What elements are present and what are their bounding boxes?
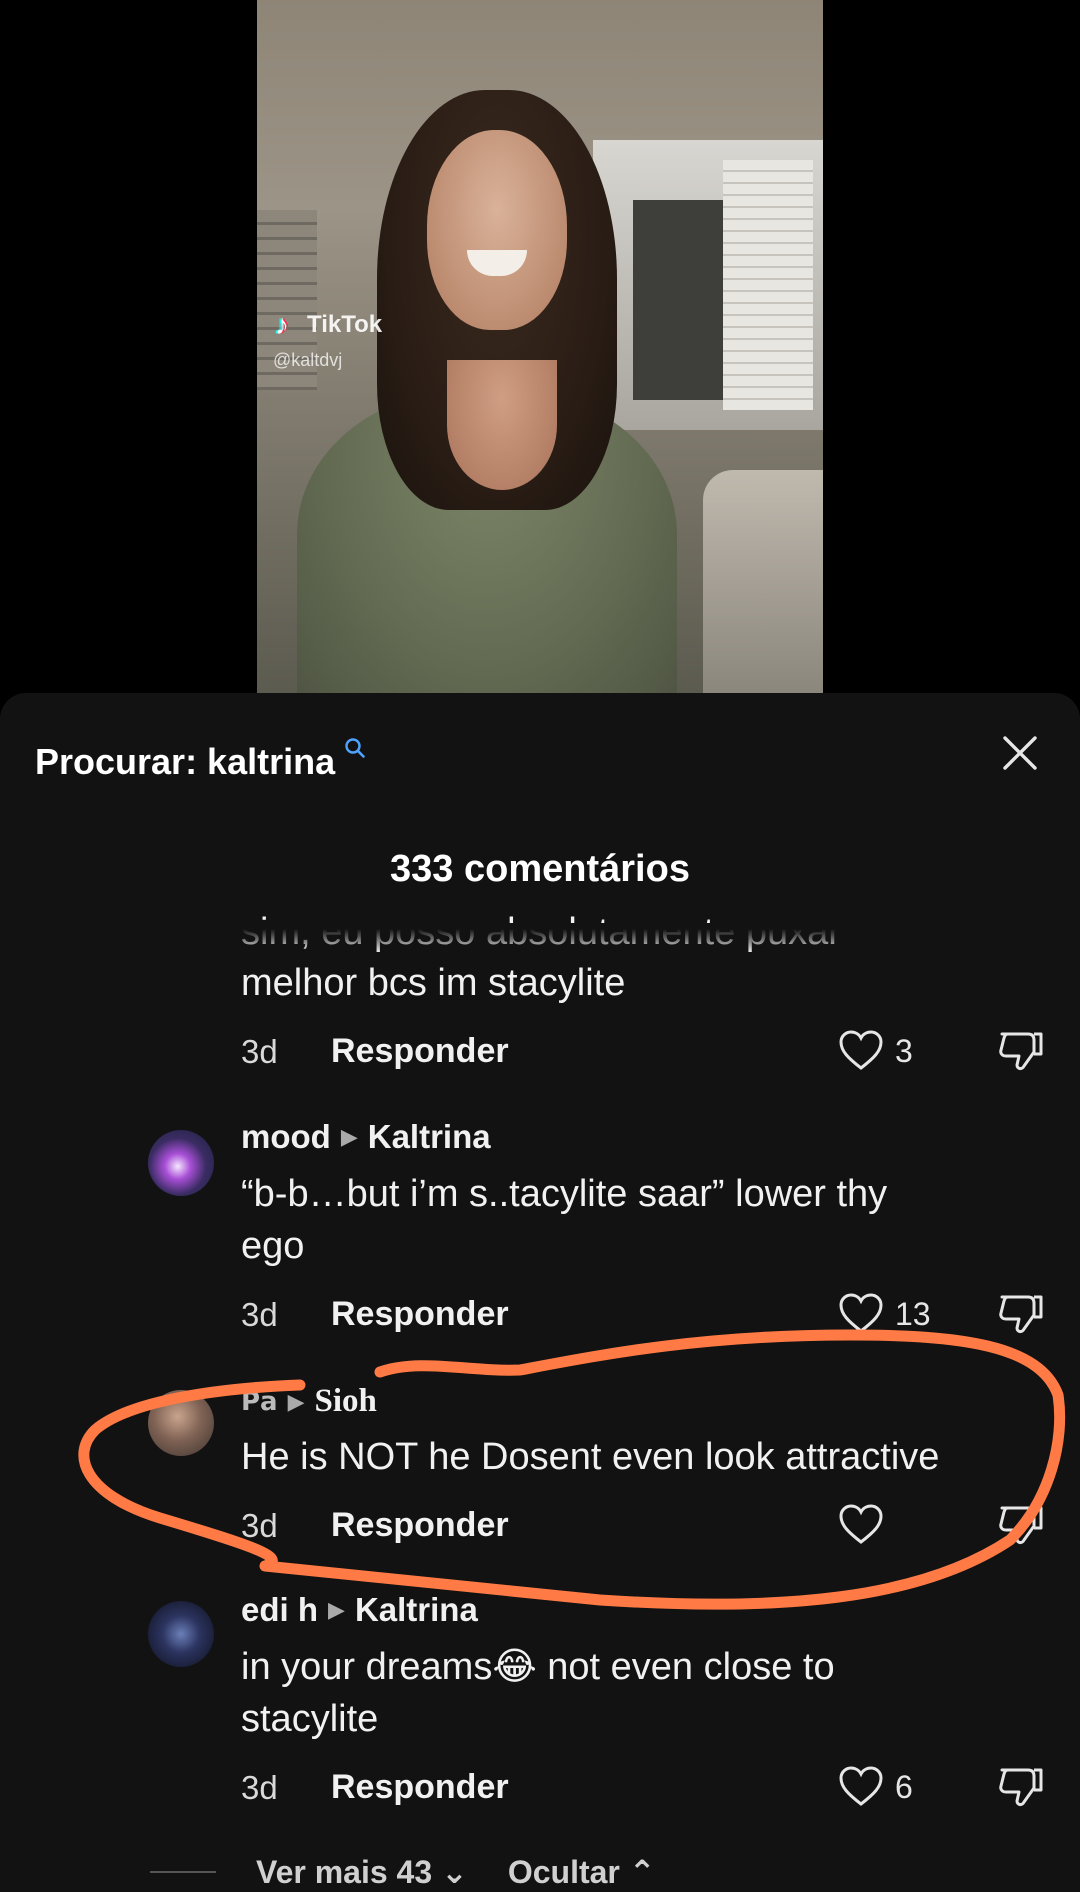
author-name[interactable]: edi h xyxy=(241,1591,318,1629)
chevron-up-icon: ⌃ xyxy=(628,1854,656,1890)
like-count: 6 xyxy=(895,1769,913,1805)
comment-text: stacylite xyxy=(241,1698,379,1740)
person-face xyxy=(427,130,567,330)
video-person xyxy=(297,90,677,700)
chevron-down-icon: ⌄ xyxy=(441,1854,468,1890)
comment-age: 3d xyxy=(241,1769,278,1806)
hide-label: Ocultar xyxy=(507,1854,620,1890)
like-count: 13 xyxy=(895,1296,931,1332)
comment-author-row: mood ▶ Kaltrina xyxy=(241,1118,491,1156)
reply-arrow-icon: ▶ xyxy=(287,1388,305,1414)
heart-icon[interactable] xyxy=(838,1028,884,1074)
video-player[interactable]: ♪ TikTok @kaltdvj xyxy=(257,0,823,700)
comment-age: 3d xyxy=(241,1507,278,1544)
scroll-fade xyxy=(0,923,1080,953)
comment-text: in your dreams😂 not even close to xyxy=(241,1646,835,1688)
replies-footer: Ver mais 43 ⌄ Ocultar ⌃ xyxy=(150,1853,656,1891)
window-blind xyxy=(723,160,813,410)
reply-button[interactable]: Responder xyxy=(331,1768,509,1807)
comment-age: 3d xyxy=(241,1296,278,1333)
comment-age: 3d xyxy=(241,1033,278,1070)
avatar[interactable] xyxy=(148,1390,214,1456)
person-neck xyxy=(447,360,557,490)
comment-text: He is NOT he Dosent even look attractive xyxy=(241,1436,940,1478)
thumbs-down-icon[interactable] xyxy=(996,1762,1046,1812)
comment-text: melhor bcs im stacylite xyxy=(241,962,626,1004)
avatar[interactable] xyxy=(148,1130,214,1196)
tiktok-watermark: ♪ TikTok xyxy=(275,310,382,340)
thumbs-down-icon[interactable] xyxy=(996,1026,1046,1076)
view-more-replies-button[interactable]: Ver mais 43 ⌄ xyxy=(256,1853,468,1891)
view-more-label: Ver mais 43 xyxy=(256,1854,433,1890)
reply-to-name[interactable]: Kaltrina xyxy=(355,1591,478,1629)
reply-arrow-icon: ▶ xyxy=(328,1597,345,1622)
heart-icon[interactable] xyxy=(838,1291,884,1337)
divider-line xyxy=(150,1871,216,1873)
heart-icon[interactable] xyxy=(838,1502,884,1548)
reply-arrow-icon: ▶ xyxy=(340,1124,358,1149)
author-name[interactable]: Sioh xyxy=(315,1383,377,1420)
comments-sheet: Procurar: kaltrina 333 comentários sim, … xyxy=(0,693,1080,1892)
reply-to-name[interactable]: Kaltrina xyxy=(368,1118,491,1156)
comment-text: ego xyxy=(241,1225,305,1267)
reply-button[interactable]: Responder xyxy=(331,1032,509,1071)
video-chair xyxy=(703,470,823,700)
avatar[interactable] xyxy=(148,1601,214,1667)
tiktok-brand-text: TikTok xyxy=(307,311,383,338)
comment-list: sim, eu posso absolutamente puxar melhor… xyxy=(0,693,1080,1892)
tiktok-note-icon: ♪ xyxy=(275,309,289,340)
comment-author-row: 𝗣𝗮 ▶ Sioh xyxy=(241,1383,377,1420)
comment-author-row: edi h ▶ Kaltrina xyxy=(241,1591,478,1629)
like-count: 3 xyxy=(895,1033,913,1069)
hide-replies-button[interactable]: Ocultar ⌃ xyxy=(508,1853,656,1891)
tiktok-handle: @kaltdvj xyxy=(273,350,343,370)
comment-text: “b-b…but i’m s..tacylite saar” lower thy xyxy=(241,1173,888,1215)
reply-button[interactable]: Responder xyxy=(331,1295,509,1334)
author-name[interactable]: mood xyxy=(241,1118,331,1156)
thumbs-down-icon[interactable] xyxy=(996,1500,1046,1550)
heart-icon[interactable] xyxy=(838,1764,884,1810)
author-name-prefix: 𝗣𝗮 xyxy=(241,1386,278,1416)
reply-button[interactable]: Responder xyxy=(331,1506,509,1545)
thumbs-down-icon[interactable] xyxy=(996,1289,1046,1339)
